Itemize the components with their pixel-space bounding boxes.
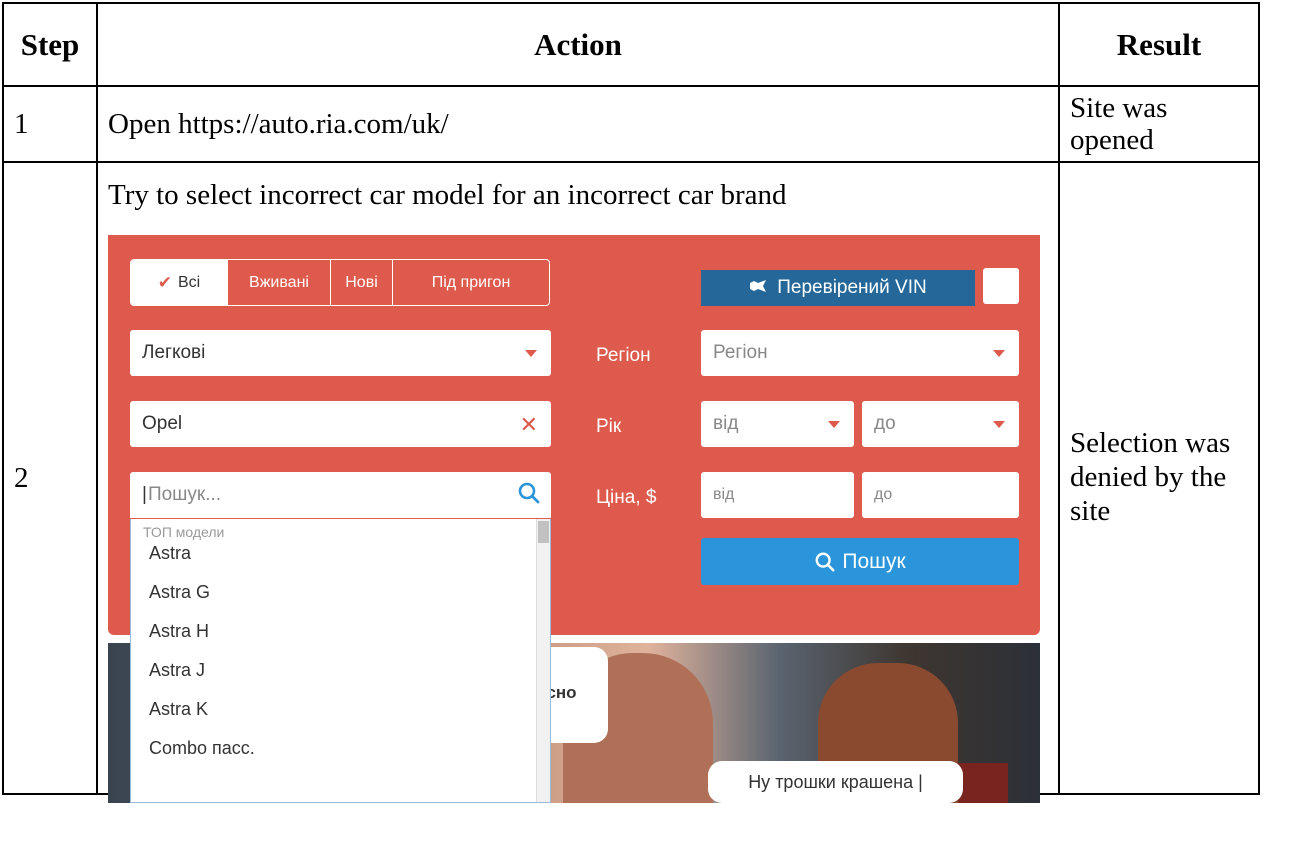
chevron-down-icon	[993, 421, 1005, 428]
header-row: Step Action Result	[2, 2, 1260, 87]
dropdown-option[interactable]: Astra G	[149, 582, 210, 603]
chevron-down-icon	[828, 421, 840, 428]
vehicle-type-select[interactable]: Легкові	[130, 330, 551, 376]
tab-all[interactable]: ✔ Всі	[131, 260, 227, 305]
dropdown-option[interactable]: Astra H	[149, 621, 209, 642]
region-placeholder: Регіон	[713, 342, 768, 363]
search-icon	[815, 552, 835, 572]
year-to-value: до	[874, 413, 896, 434]
price-to-input[interactable]: до	[862, 472, 1019, 518]
dropdown-option[interactable]: Combo пасс.	[149, 738, 255, 759]
step-number: 2	[2, 161, 98, 795]
check-icon: ✔	[157, 272, 172, 292]
verified-vin-badge[interactable]: Перевірений VIN	[701, 270, 975, 306]
tab-import[interactable]: Під пригон	[392, 260, 549, 305]
vin-label: Перевірений VIN	[777, 277, 927, 298]
year-to-select[interactable]: до	[862, 401, 1019, 447]
camera-icon	[749, 279, 767, 298]
embedded-screenshot: ✔ Всі Вживані Нові Під пригон Перевірени…	[108, 235, 1040, 803]
table-row: 2 Try to select incorrect car model for …	[2, 161, 1260, 803]
tab-used[interactable]: Вживані	[227, 260, 330, 305]
search-icon	[517, 481, 541, 511]
speech-bubble: Ну трошки крашена |	[708, 761, 963, 803]
table-row: 1 Open https://auto.ria.com/uk/ Site was…	[2, 85, 1260, 163]
brand-select[interactable]: Opel ✕	[130, 401, 551, 447]
step-number: 1	[2, 85, 98, 163]
clear-icon[interactable]: ✕	[520, 412, 538, 438]
price-from-input[interactable]: від	[701, 472, 854, 518]
year-label: Рік	[596, 416, 622, 437]
dropdown-option[interactable]: Astra	[149, 543, 191, 564]
chevron-down-icon	[993, 350, 1005, 357]
dropdown-option[interactable]: Astra K	[149, 699, 208, 720]
condition-tabs: ✔ Всі Вживані Нові Під пригон	[130, 259, 550, 306]
year-from-select[interactable]: від	[701, 401, 854, 447]
dropdown-scrollbar[interactable]	[536, 519, 550, 802]
region-label: Регіон	[596, 345, 651, 366]
scrollbar-thumb[interactable]	[538, 521, 549, 543]
vehicle-type-value: Легкові	[142, 342, 206, 363]
price-to-value: до	[874, 486, 893, 503]
model-placeholder: Пошук...	[147, 484, 222, 505]
brand-value: Opel	[142, 413, 183, 434]
test-case-table: Step Action Result 1 Open https://auto.r…	[2, 2, 1260, 803]
tab-label: Всі	[178, 273, 201, 291]
search-button[interactable]: Пошук	[701, 538, 1019, 585]
search-button-label: Пошук	[842, 549, 906, 573]
dropdown-option[interactable]: Astra J	[149, 660, 205, 681]
model-search-input[interactable]: | Пошук...	[130, 472, 551, 518]
step-result: Site was opened	[1058, 85, 1260, 163]
year-from-value: від	[713, 413, 739, 434]
model-dropdown: ТОП модели Astra Astra G Astra H Astra J…	[130, 519, 551, 803]
price-from-value: від	[713, 486, 735, 503]
header-action: Action	[96, 2, 1060, 87]
header-step: Step	[2, 2, 98, 87]
chevron-down-icon	[525, 350, 537, 357]
step-action: Try to select incorrect car model for an…	[108, 179, 787, 211]
tab-new[interactable]: Нові	[330, 260, 392, 305]
step-action-cell: Try to select incorrect car model for an…	[96, 161, 1060, 803]
step-action: Open https://auto.ria.com/uk/	[96, 85, 1060, 163]
header-result: Result	[1058, 2, 1260, 87]
price-label: Ціна, $	[596, 487, 657, 508]
dropdown-heading: ТОП модели	[143, 524, 225, 540]
region-select[interactable]: Регіон	[701, 330, 1019, 376]
step-result: Selection was denied by the site	[1058, 161, 1260, 795]
vin-checkbox[interactable]	[983, 268, 1019, 304]
